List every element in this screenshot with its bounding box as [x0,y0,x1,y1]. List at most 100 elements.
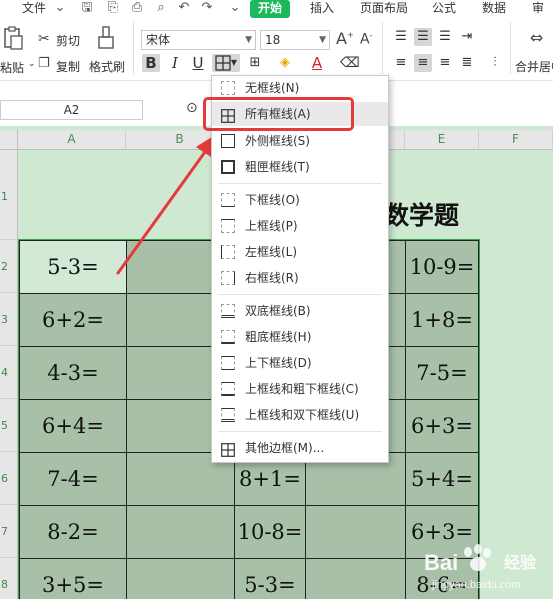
paste-button[interactable]: 粘贴 [0,59,24,76]
cell-d8[interactable] [305,558,406,599]
menu-item-outside-borders[interactable]: 外侧框线(S) [212,129,388,153]
distribute-icon[interactable]: ⫶ [486,54,504,72]
ribbon-divider [133,22,134,74]
align-middle-icon[interactable]: ☰ [414,28,432,46]
cut-button[interactable]: 剪切 [56,32,80,49]
paste-chevron-icon[interactable]: ⌄ [28,59,36,69]
cell-d7[interactable] [305,505,406,559]
menu-item-thick-bottom-border[interactable]: 粗底框线(H) [212,325,388,349]
cell-a4[interactable]: 4-3= [19,346,127,400]
menu-item-top-thick-bottom-border[interactable]: 上框线和粗下框线(C) [212,377,388,401]
menu-item-double-bottom-border[interactable]: 双底框线(B) [212,299,388,323]
format-painter-button[interactable]: 格式刷 [89,58,125,75]
align-left-icon[interactable]: ≡ [392,54,410,72]
cell-b7[interactable] [126,505,235,559]
justify-icon[interactable]: ≣ [458,54,476,72]
border-button[interactable]: ▼ [212,54,240,72]
cell-e3[interactable]: 1+8= [405,293,479,347]
row-header-5[interactable]: 5 [0,399,18,452]
fill-color-icon[interactable]: ◈ [276,54,294,72]
tab-page-layout[interactable]: 页面布局 [360,0,408,18]
tab-home[interactable]: 开始 [250,0,291,18]
draw-border-icon[interactable]: ⊞ [246,54,264,72]
export-icon[interactable]: ⎘ [106,1,120,15]
row-header-7[interactable]: 7 [0,505,18,558]
menu-item-thick-box-border[interactable]: 粗匣框线(T) [212,155,388,179]
indent-icon[interactable]: ⇥ [458,28,476,46]
underline-button[interactable]: U [189,54,207,72]
copy-icon[interactable]: ❐ [38,56,50,71]
italic-button[interactable]: I [166,54,184,72]
cell-a6[interactable]: 7-4= [19,452,127,506]
menu-item-top-bottom-border[interactable]: 上下框线(D) [212,351,388,375]
chevron-down-icon[interactable]: ⌄ [53,1,67,15]
cell-b8[interactable] [126,558,235,599]
ribbon: 粘贴 ⌄ ✂ 剪切 ❐ 复制 格式刷 宋体 ▼ 18 ▼ A+ A- B I U… [0,18,553,81]
customize-icon[interactable]: ⌄ [228,1,242,15]
cell-e6[interactable]: 5+4= [405,452,479,506]
row-header-4[interactable]: 4 [0,346,18,399]
font-size-combo[interactable]: 18 ▼ [260,30,330,50]
menu-item-top-border[interactable]: 上框线(P) [212,214,388,238]
tab-formulas[interactable]: 公式 [432,0,456,18]
align-bottom-icon[interactable]: ☰ [436,28,454,46]
cell-e4[interactable]: 7-5= [405,346,479,400]
menu-item-top-double-bottom-border[interactable]: 上框线和双下框线(U) [212,403,388,427]
zoom-icon[interactable]: ⊙ [186,100,198,116]
menu-item-bottom-border[interactable]: 下框线(O) [212,188,388,212]
column-header-f[interactable]: F [479,130,553,150]
column-header-e[interactable]: E [405,130,479,150]
cell-e5[interactable]: 6+3= [405,399,479,453]
menu-file[interactable]: 文件 [22,0,46,18]
tab-review[interactable]: 审阅 [532,0,553,31]
row-header-6[interactable]: 6 [0,452,18,505]
font-name-combo[interactable]: 宋体 ▼ [141,30,256,50]
menu-item-more-borders[interactable]: 其他边框(M)... [212,436,388,460]
font-shrink-icon[interactable]: A- [360,31,372,48]
save-icon[interactable]: 🖫 [80,1,94,15]
redo-icon[interactable]: ↷ [200,1,214,15]
top-thick-bottom-border-icon [221,382,235,396]
bold-button[interactable]: B [142,54,160,72]
watermark-brand: Bai [424,550,458,575]
preview-icon[interactable]: ⌕ [154,1,168,15]
tab-data[interactable]: 数据 [482,0,506,18]
font-grow-icon[interactable]: A+ [336,29,354,48]
brush-icon[interactable] [96,26,116,50]
cell-a3[interactable]: 6+2= [19,293,127,347]
name-box[interactable]: A2 [0,100,143,120]
menu-item-right-border[interactable]: 右框线(R) [212,266,388,290]
cell-c7[interactable]: 10-8= [234,505,306,559]
right-border-icon [221,271,235,285]
ribbon-divider [382,22,383,74]
row-header-3[interactable]: 3 [0,293,18,346]
merge-center-button[interactable]: 合并居中 [515,58,553,75]
row-header-8[interactable]: 8 [0,558,18,599]
cell-c8[interactable]: 5-3= [234,558,306,599]
merge-icon[interactable]: ⇔ [530,28,543,47]
cell-a7[interactable]: 8-2= [19,505,127,559]
row-header-1[interactable]: 1 [0,150,18,240]
copy-button[interactable]: 复制 [56,58,80,75]
outside-borders-icon [221,134,235,148]
paste-icon[interactable] [2,26,24,50]
undo-icon[interactable]: ↶ [177,1,191,15]
cell-a5[interactable]: 6+4= [19,399,127,453]
tab-insert[interactable]: 插入 [310,0,334,18]
align-center-icon[interactable]: ≡ [414,54,432,72]
align-top-icon[interactable]: ☰ [392,28,410,46]
align-right-icon[interactable]: ≡ [436,54,454,72]
print-icon[interactable]: ⎙ [130,1,144,15]
select-all-corner[interactable] [0,130,18,150]
eraser-icon[interactable]: ⌫ [340,54,360,72]
menu-separator [218,431,382,432]
top-double-bottom-border-icon [221,408,235,422]
scissors-icon[interactable]: ✂ [38,31,50,47]
font-color-icon[interactable]: A [308,54,326,72]
row-header-2[interactable]: 2 [0,240,18,293]
cell-a8[interactable]: 3+5= [19,558,127,599]
chevron-down-icon: ▼ [319,35,326,45]
cell-e2[interactable]: 10-9= [405,240,479,294]
menu-item-left-border[interactable]: 左框线(L) [212,240,388,264]
border-dropdown-menu: 无框线(N) 所有框线(A) 外侧框线(S) 粗匣框线(T) 下框线(O) 上框… [211,75,389,463]
